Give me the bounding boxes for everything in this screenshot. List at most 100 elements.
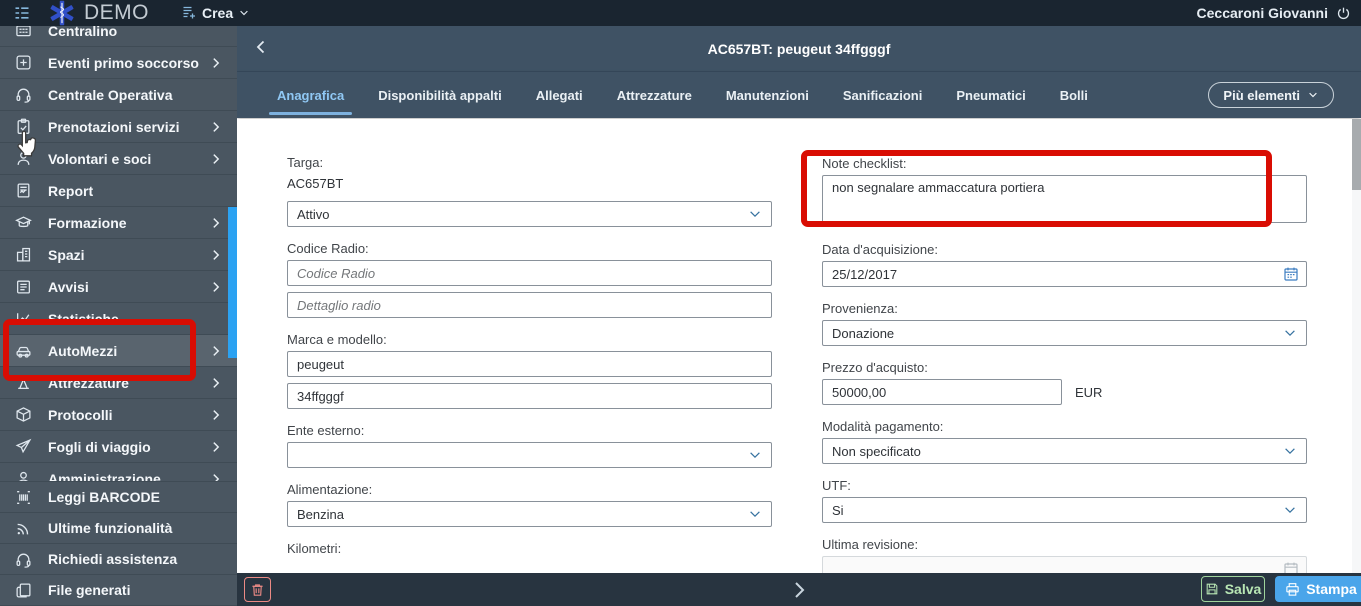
sidebar-item-centrale-operativa[interactable]: Centrale Operativa (0, 79, 237, 111)
car-icon (14, 342, 32, 360)
modello-input[interactable] (287, 383, 772, 409)
calendar-icon (1283, 561, 1299, 573)
brand-title: DEMO (84, 1, 149, 25)
tab-bar: Anagrafica Disponibilità appalti Allegat… (237, 72, 1361, 118)
crea-button[interactable]: Crea (181, 5, 250, 21)
data-acquisizione-input[interactable] (822, 261, 1307, 287)
user-name: Ceccaroni Giovanni (1197, 5, 1328, 21)
sidebar-item-file-generati[interactable]: File generati (0, 575, 237, 606)
paper-plane-icon (14, 438, 32, 456)
utf-select[interactable]: Si (822, 497, 1307, 523)
ente-esterno-select[interactable] (287, 442, 772, 468)
modalita-pagamento-select[interactable]: Non specificato (822, 438, 1307, 464)
chevron-right-icon (209, 440, 223, 454)
tab-pneumatici[interactable]: Pneumatici (956, 72, 1025, 118)
provenienza-label: Provenienza: (822, 301, 1307, 316)
back-icon[interactable] (253, 38, 271, 58)
tab-manutenzioni[interactable]: Manutenzioni (726, 72, 809, 118)
sidebar-item-automezzi[interactable]: AutoMezzi (0, 335, 237, 367)
main-area: AC657BT: peugeut 34ffgggf Anagrafica Dis… (237, 26, 1361, 606)
top-bar: DEMO Crea Ceccaroni Giovanni (0, 0, 1361, 26)
chevron-right-icon (209, 216, 223, 230)
calendar-icon[interactable] (1283, 266, 1299, 282)
sidebar-item-report[interactable]: Report (0, 175, 237, 207)
codice-radio-label: Codice Radio: (287, 241, 772, 256)
more-elements-button[interactable]: Più elementi (1208, 82, 1334, 108)
sidebar-item-leggi-barcode[interactable]: Leggi BARCODE (0, 482, 237, 513)
save-disk-icon (1205, 582, 1219, 596)
codice-radio-input[interactable] (287, 260, 772, 286)
tab-sanificazioni[interactable]: Sanificazioni (843, 72, 922, 118)
targa-value: AC657BT (287, 176, 772, 191)
sidebar-item-formazione[interactable]: Formazione (0, 207, 237, 239)
sidebar-item-volontari-e-soci[interactable]: Volontari e soci (0, 143, 237, 175)
targa-label: Targa: (287, 155, 772, 170)
trash-icon (250, 582, 265, 598)
chart-icon (14, 310, 32, 328)
chevron-right-icon (209, 408, 223, 422)
currency-label: EUR (1075, 385, 1102, 400)
save-button[interactable]: Salva (1201, 576, 1265, 602)
clipboard-icon (14, 118, 32, 136)
chevron-right-icon (209, 120, 223, 134)
form-column-left: Targa: AC657BT Attivo Codice Radio: Marc… (287, 155, 772, 560)
headset-icon (14, 86, 32, 104)
alimentazione-label: Alimentazione: (287, 482, 772, 497)
sidebar-item-avvisi[interactable]: Avvisi (0, 271, 237, 303)
sidebar-list: Centralino Eventi primo soccorso Central… (0, 0, 237, 495)
building-icon (14, 246, 32, 264)
sidebar-item-spazi[interactable]: Spazi (0, 239, 237, 271)
sidebar-item-eventi-primo-soccorso[interactable]: Eventi primo soccorso (0, 47, 237, 79)
prezzo-acquisto-label: Prezzo d'acquisto: (822, 360, 1307, 375)
chevron-down-icon (1283, 326, 1297, 340)
tab-disponibilita-appalti[interactable]: Disponibilità appalti (378, 72, 502, 118)
sidebar-item-fogli-di-viaggio[interactable]: Fogli di viaggio (0, 431, 237, 463)
chevron-down-icon (1283, 444, 1297, 458)
note-checklist-textarea[interactable]: non segnalare ammaccatura portiera (822, 175, 1307, 223)
chevron-down-icon (1283, 503, 1297, 517)
sidebar-item-prenotazioni-servizi[interactable]: Prenotazioni servizi (0, 111, 237, 143)
tab-attrezzature[interactable]: Attrezzature (617, 72, 692, 118)
marca-modello-label: Marca e modello: (287, 332, 772, 347)
next-record-icon[interactable] (791, 579, 807, 601)
tab-anagrafica[interactable]: Anagrafica (277, 72, 344, 118)
sidebar-item-richiedi-assistenza[interactable]: Richiedi assistenza (0, 544, 237, 575)
menu-icon[interactable] (12, 4, 32, 22)
form-content: Targa: AC657BT Attivo Codice Radio: Marc… (237, 119, 1361, 573)
report-icon (14, 182, 32, 200)
chevron-right-icon (209, 248, 223, 262)
sidebar-item-statistiche[interactable]: Statistiche (0, 303, 237, 335)
barcode-icon (14, 488, 32, 506)
news-icon (14, 278, 32, 296)
tab-allegati[interactable]: Allegati (536, 72, 583, 118)
stato-select[interactable]: Attivo (287, 201, 772, 227)
sidebar-item-ultime-funzionalita[interactable]: Ultime funzionalità (0, 513, 237, 544)
sidebar-item-protocolli[interactable]: Protocolli (0, 399, 237, 431)
prezzo-acquisto-input[interactable] (822, 379, 1062, 405)
marca-input[interactable] (287, 351, 772, 377)
first-aid-icon (14, 54, 32, 72)
ultima-revisione-input (822, 556, 1307, 573)
sidebar-item-attrezzature[interactable]: Attrezzature (0, 367, 237, 399)
sidebar-scrollbar-thumb[interactable] (228, 207, 237, 358)
delete-button[interactable] (244, 577, 271, 602)
content-scrollbar-thumb[interactable] (1352, 119, 1361, 190)
provenienza-select[interactable]: Donazione (822, 320, 1307, 346)
box-icon (14, 406, 32, 424)
note-checklist-label: Note checklist: (822, 156, 1307, 171)
create-list-icon (181, 5, 197, 21)
chevron-down-icon (238, 7, 250, 19)
tab-bolli[interactable]: Bolli (1060, 72, 1088, 118)
rss-icon (14, 519, 32, 537)
modalita-pagamento-label: Modalità pagamento: (822, 419, 1307, 434)
graduation-icon (14, 214, 32, 232)
logout-power-icon[interactable] (1336, 6, 1351, 21)
content-scrollbar[interactable] (1352, 119, 1361, 573)
kilometri-label: Kilometri: (287, 541, 772, 556)
person-icon (14, 150, 32, 168)
ente-esterno-label: Ente esterno: (287, 423, 772, 438)
dettaglio-radio-input[interactable] (287, 292, 772, 318)
alimentazione-select[interactable]: Benzina (287, 501, 772, 527)
print-button[interactable]: Stampa (1275, 576, 1361, 602)
files-icon (14, 581, 32, 599)
